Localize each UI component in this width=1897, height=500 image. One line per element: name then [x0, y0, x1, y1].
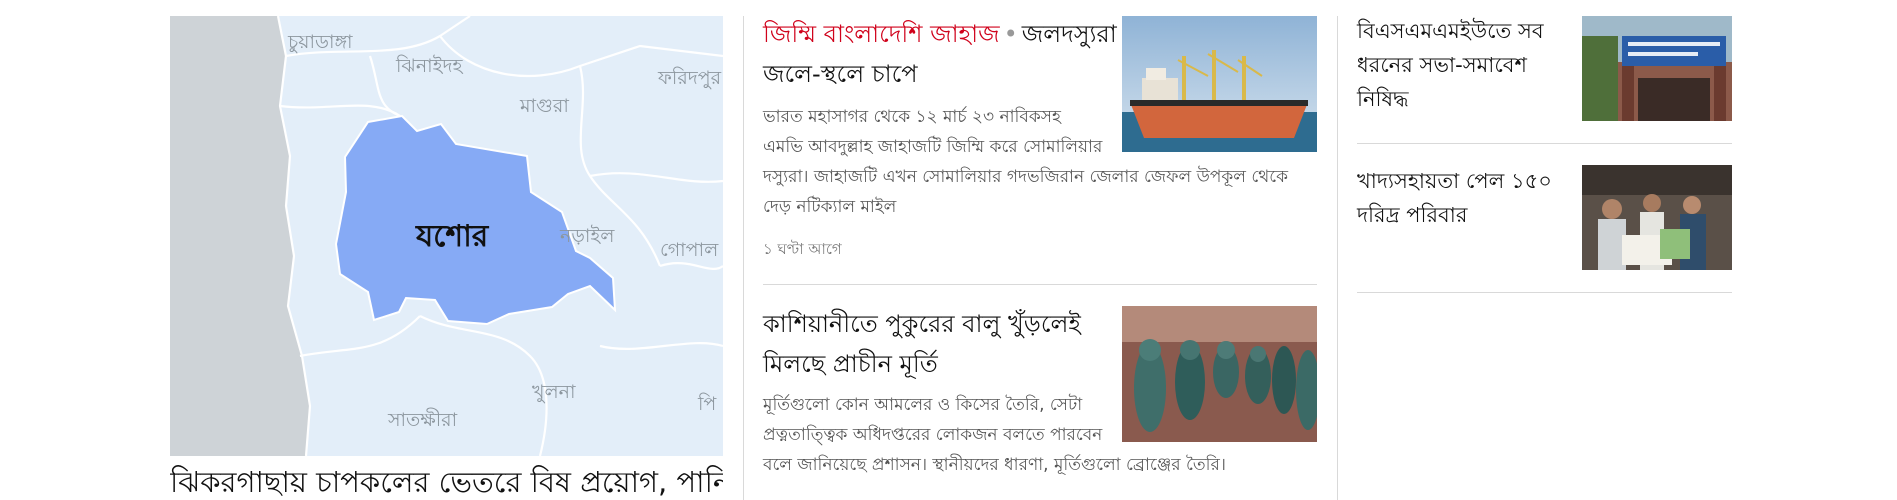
story-headline-line: জলে-স্থলে চাপে	[763, 60, 918, 88]
gate-image	[1582, 16, 1732, 121]
side-headline-line: ধরনের সভা-সমাবেশ	[1357, 53, 1527, 77]
summary-line: দেড় নটিক্যাল মাইল	[763, 197, 897, 217]
side-headline-line: নিষিদ্ধ	[1357, 87, 1409, 111]
district-map[interactable]: চুয়াডাঙ্গা ঝিনাইদহ ফরিদপুর মাগুরা যশোর …	[170, 16, 723, 456]
map-label-gopalganj: গোপাল	[660, 239, 719, 261]
kicker-separator: •	[1003, 20, 1018, 48]
summary-line: বলে জানিয়েছে প্রশাসন। স্থানীয়দের ধারণা…	[763, 455, 1226, 475]
map-label-chuadanga: চুয়াডাঙ্গা	[288, 31, 353, 53]
side-divider	[1357, 143, 1732, 144]
map-label-magura: মাগুরা	[520, 95, 569, 117]
story-headline-line: মিলছে প্রাচীন মূর্তি	[763, 350, 938, 378]
university-gate-photo[interactable]	[1582, 16, 1732, 121]
story-headline-line: জলদস্যুরা	[1021, 20, 1117, 48]
map-label-jhenaidah: ঝিনাইদহ	[396, 55, 463, 77]
lead-headline-link[interactable]: ঝিকরগাছায় চাপকলের ভেতরে বিষ প্রয়োগ, পা…	[170, 462, 723, 500]
cargo-ship-photo[interactable]	[1122, 16, 1317, 152]
side-divider	[1357, 292, 1732, 293]
food-aid-photo[interactable]	[1582, 165, 1732, 270]
side-headline-link[interactable]: খাদ্যসহায়তা পেল ১৫০ দরিদ্র পরিবার	[1357, 164, 1557, 232]
story-timestamp: ১ ঘণ্টা আগে	[763, 240, 842, 258]
cargo-ship-image	[1122, 16, 1317, 152]
story-headline-line: কাশিয়ানীতে পুকুরের বালু খুঁড়লেই	[763, 310, 1081, 338]
map-label-satkhira: সাতক্ষীরা	[388, 409, 458, 431]
map-label-jessore: যশোর	[416, 219, 489, 254]
map-label-narail: নড়াইল	[560, 225, 615, 247]
map-label-faridpur: ফরিদপুর	[658, 67, 722, 89]
side-headline-link[interactable]: বিএসএমএমইউতে সব ধরনের সভা-সমাবেশ নিষিদ্ধ	[1357, 14, 1557, 116]
map-label-khulna: খুলনা	[532, 381, 576, 403]
story-headline-link[interactable]: জিম্মি বাংলাদেশি জাহাজ • জলদস্যুরা জলে-স্থ…	[763, 14, 1123, 94]
summary-line: দস্যুরা। জাহাজটি এখন সোমালিয়ার গদভজিরান…	[763, 167, 1288, 187]
statues-image	[1122, 306, 1317, 442]
story-headline-link[interactable]: কাশিয়ানীতে পুকুরের বালু খুঁড়লেই মিলছে …	[763, 304, 1123, 384]
side-headline-line: দরিদ্র পরিবার	[1357, 203, 1468, 227]
story-divider	[763, 284, 1317, 285]
story-card[interactable]: জিম্মি বাংলাদেশি জাহাজ • জলদস্যুরা জলে-স্থ…	[763, 14, 1123, 94]
ancient-statues-photo[interactable]	[1122, 306, 1317, 442]
side-headline-line: খাদ্যসহায়তা পেল ১৫০	[1357, 169, 1552, 193]
side-headline-line: বিএসএমএমইউতে সব	[1357, 19, 1544, 43]
food-aid-image	[1582, 165, 1732, 270]
story-card[interactable]: কাশিয়ানীতে পুকুরের বালু খুঁড়লেই মিলছে …	[763, 304, 1123, 384]
story-kicker: জিম্মি বাংলাদেশি জাহাজ	[763, 20, 1000, 48]
column-divider	[1337, 16, 1338, 500]
map-label-pirojpur: পি	[698, 393, 717, 415]
lead-story[interactable]: চুয়াডাঙ্গা ঝিনাইদহ ফরিদপুর মাগুরা যশোর …	[170, 16, 723, 500]
column-divider	[743, 16, 744, 500]
